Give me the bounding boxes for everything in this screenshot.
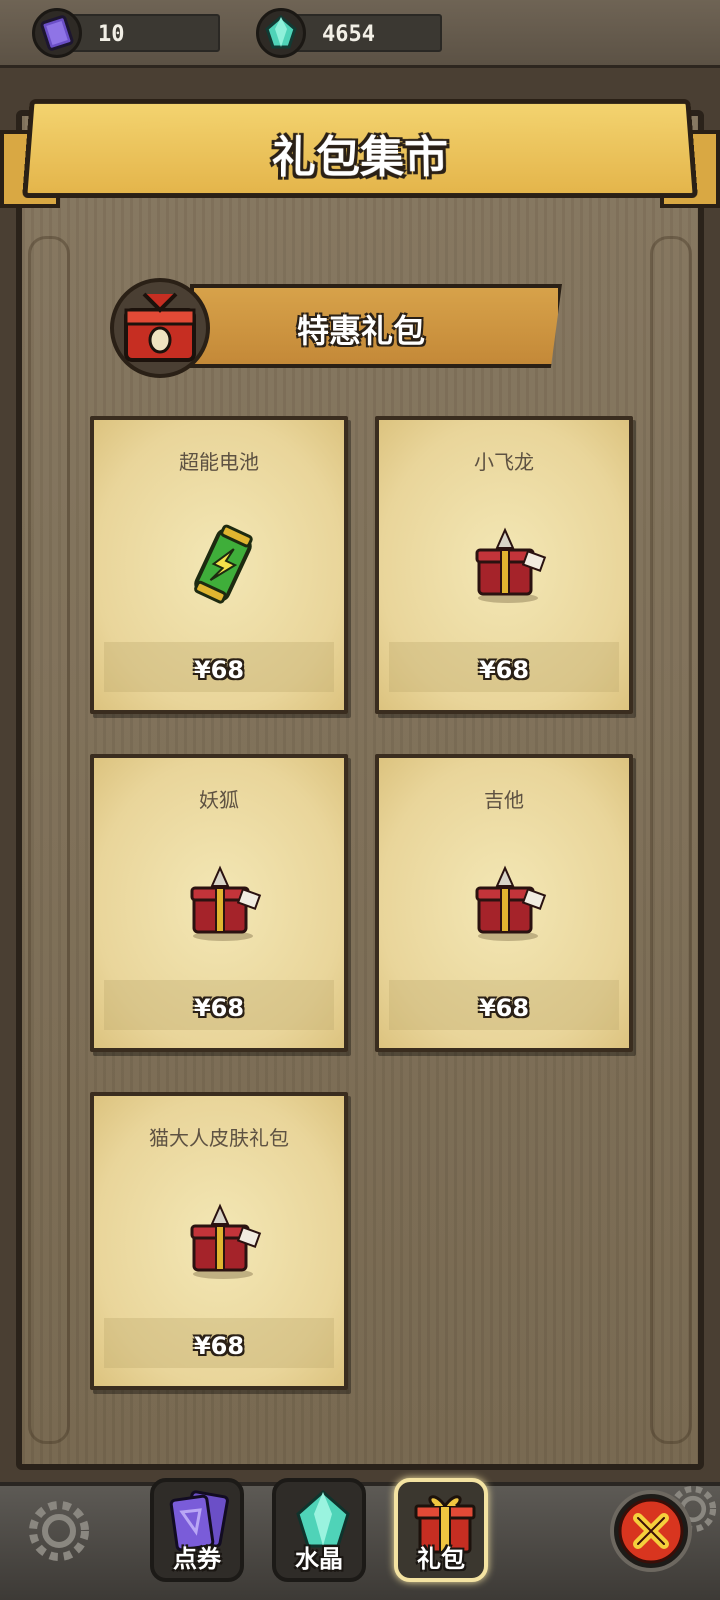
tab-label: 礼包 (417, 1545, 465, 1573)
close-button[interactable] (610, 1490, 692, 1572)
pack-name: 超能电池 (179, 450, 259, 474)
pack-name: 吉他 (484, 788, 524, 812)
pack-card-3[interactable]: 妖狐 ¥68 (90, 754, 348, 1052)
pack-name: 妖狐 (199, 788, 239, 812)
pack-price: ¥68 (478, 994, 530, 1022)
pack-price: ¥68 (193, 1332, 245, 1360)
ticket-icon (32, 8, 82, 58)
gift-chest-icon (178, 858, 268, 948)
ticket-count: 10 (98, 22, 125, 47)
close-icon (618, 1498, 684, 1564)
crystal-currency-icon (256, 8, 306, 58)
tab-label: 水晶 (295, 1545, 343, 1573)
pack-name: 小飞龙 (474, 450, 534, 474)
pack-card-5[interactable]: 猫大人皮肤礼包 ¥68 (90, 1092, 348, 1390)
pack-price: ¥68 (193, 656, 245, 684)
gear-icon (29, 1501, 89, 1561)
currency-bar: 10 4654 (0, 0, 720, 68)
battery-icon (178, 520, 268, 610)
tab-crystals[interactable]: 水晶 (272, 1478, 366, 1582)
gift-chest-icon (463, 520, 553, 610)
section-banner: 特惠礼包 (190, 284, 562, 368)
pack-card-1[interactable]: 超能电池 ¥68 (90, 416, 348, 714)
gift-chest-icon (463, 858, 553, 948)
pack-card-2[interactable]: 小飞龙 ¥68 (375, 416, 633, 714)
pack-card-4[interactable]: 吉他 ¥68 (375, 754, 633, 1052)
tab-label: 点券 (173, 1545, 221, 1573)
pack-name: 猫大人皮肤礼包 (149, 1126, 289, 1150)
title-ribbon: 礼包集市 (22, 99, 698, 199)
gift-chest-icon (178, 1196, 268, 1286)
pack-price: ¥68 (478, 656, 530, 684)
tab-gift-packs[interactable]: 礼包 (394, 1478, 488, 1582)
pack-price: ¥68 (193, 994, 245, 1022)
red-chest-icon (108, 276, 212, 380)
page-title: 礼包集市 (271, 132, 449, 183)
section-title: 特惠礼包 (296, 312, 425, 350)
tab-tickets[interactable]: 点券 (150, 1478, 244, 1582)
crystal-count: 4654 (322, 22, 375, 47)
